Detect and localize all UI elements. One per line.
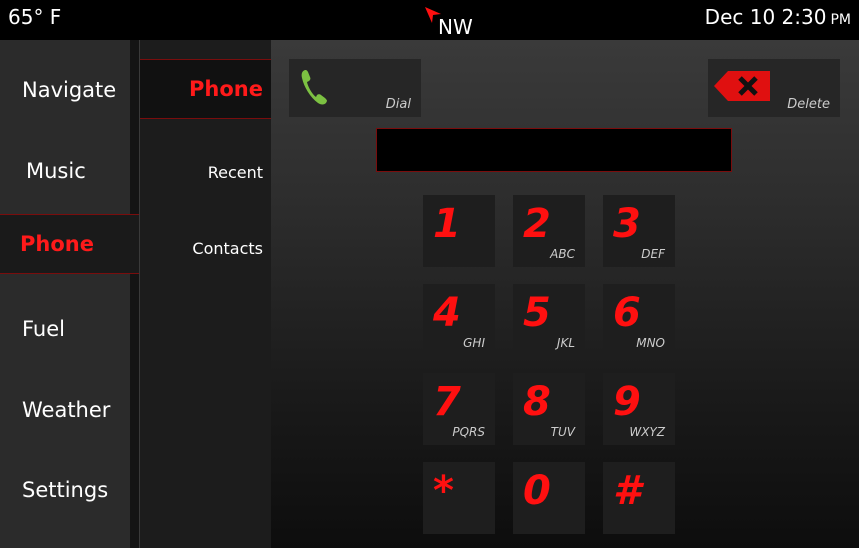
delete-button[interactable]: Delete — [708, 59, 840, 117]
keypad-key-2[interactable]: 2 ABC — [513, 195, 585, 267]
key-letters: DEF — [641, 247, 665, 261]
key-letters: GHI — [463, 336, 485, 350]
main-menu-item-music[interactable]: Music — [0, 142, 139, 200]
keypad-key-1[interactable]: 1 — [423, 195, 495, 267]
key-digit: 2 — [523, 201, 551, 247]
key-digit: 1 — [433, 201, 461, 247]
clock-ampm: PM — [830, 12, 851, 28]
phone-number-display[interactable] — [376, 128, 732, 172]
dial-button-label: Dial — [385, 97, 411, 112]
key-digit: 7 — [433, 379, 461, 425]
keypad-key-9[interactable]: 9 WXYZ — [603, 373, 675, 445]
key-digit: 9 — [613, 379, 641, 425]
main-menu-item-label: Phone — [20, 232, 94, 256]
keypad-key-5[interactable]: 5 JKL — [513, 284, 585, 356]
main-menu-item-fuel[interactable]: Fuel — [0, 300, 139, 358]
compass-heading: NW — [438, 15, 473, 39]
clock: Dec 10 2:30 PM — [705, 5, 851, 29]
key-digit: * — [433, 468, 454, 514]
keypad-key-hash[interactable]: # — [603, 462, 675, 534]
phone-handset-icon — [301, 70, 327, 105]
key-digit: 5 — [523, 290, 551, 336]
clock-date: Dec 10 — [704, 5, 776, 29]
main-menu-item-label: Weather — [22, 398, 111, 422]
sub-menu-item-phone[interactable]: Phone — [140, 59, 271, 119]
key-letters: JKL — [556, 336, 575, 350]
key-digit: 0 — [523, 468, 551, 514]
sub-menu-item-recent[interactable]: Recent — [140, 143, 271, 201]
sub-menu-item-contacts[interactable]: Contacts — [140, 219, 271, 277]
status-bar: 65° F NW Dec 10 2:30 PM — [0, 0, 859, 40]
main-menu-item-settings[interactable]: Settings — [0, 461, 139, 519]
sub-menu-item-label: Recent — [207, 162, 263, 182]
main-menu-item-weather[interactable]: Weather — [0, 381, 139, 439]
main-menu-item-label: Fuel — [22, 317, 65, 341]
sub-menu-item-label: Phone — [189, 77, 263, 101]
dial-button[interactable]: Dial — [289, 59, 421, 117]
main-menu-item-label: Navigate — [22, 78, 117, 102]
main-menu-item-phone[interactable]: Phone — [0, 214, 139, 274]
keypad-key-7[interactable]: 7 PQRS — [423, 373, 495, 445]
clock-time: 2:30 — [781, 5, 827, 29]
keypad-key-4[interactable]: 4 GHI — [423, 284, 495, 356]
temperature-readout: 65° F — [8, 5, 62, 29]
key-digit: # — [613, 468, 641, 514]
sub-menu-item-label: Contacts — [192, 238, 263, 258]
main-menu-item-label: Music — [26, 159, 86, 183]
key-letters: MNO — [636, 336, 665, 350]
backspace-icon — [714, 71, 770, 101]
key-letters: WXYZ — [629, 425, 665, 439]
sub-menu: Phone Recent Contacts — [139, 40, 272, 548]
keypad-key-6[interactable]: 6 MNO — [603, 284, 675, 356]
keypad-key-8[interactable]: 8 TUV — [513, 373, 585, 445]
key-letters: ABC — [550, 247, 575, 261]
compass: NW — [424, 4, 484, 39]
keypad-key-0[interactable]: 0 — [513, 462, 585, 534]
key-digit: 4 — [433, 290, 461, 336]
main-menu-item-label: Settings — [22, 478, 109, 502]
delete-button-label: Delete — [787, 97, 830, 112]
key-digit: 3 — [613, 201, 641, 247]
key-letters: TUV — [550, 425, 575, 439]
key-digit: 6 — [613, 290, 641, 336]
keypad-key-star[interactable]: * — [423, 462, 495, 534]
key-letters: PQRS — [452, 425, 485, 439]
main-menu-item-navigate[interactable]: Navigate — [0, 61, 139, 119]
key-digit: 8 — [523, 379, 551, 425]
keypad-key-3[interactable]: 3 DEF — [603, 195, 675, 267]
